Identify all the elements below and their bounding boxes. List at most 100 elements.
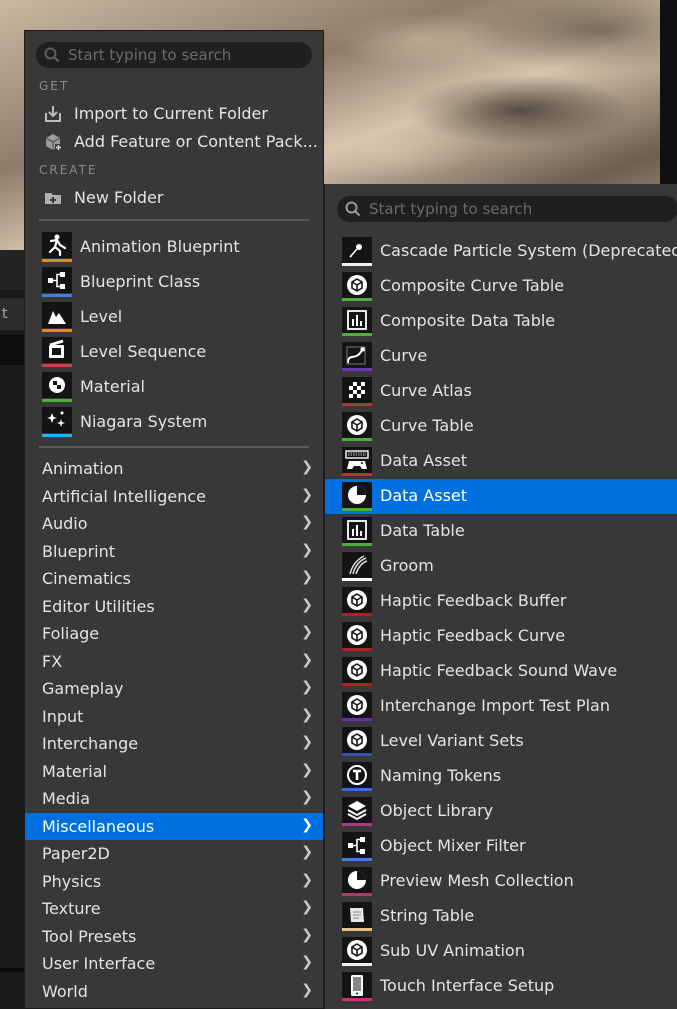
level-sequence-icon xyxy=(42,337,72,363)
category-label: User Interface xyxy=(42,954,156,973)
asset-item-level[interactable]: Level xyxy=(39,300,321,335)
pie-icon xyxy=(342,867,372,893)
category-label: Miscellaneous xyxy=(42,816,155,836)
category-user-interface[interactable]: User Interface ❯ xyxy=(25,950,323,978)
create-section-header: CREATE xyxy=(39,163,98,177)
chart-icon xyxy=(342,307,372,333)
cube-icon xyxy=(342,622,372,648)
submenu-item-data-asset[interactable]: Data Asset xyxy=(325,479,677,514)
new-folder-item[interactable]: New Folder xyxy=(39,184,321,212)
submenu-item-interchange-import-test-plan[interactable]: Interchange Import Test Plan xyxy=(325,689,677,724)
submenu-search-input[interactable] xyxy=(369,196,670,222)
category-gameplay[interactable]: Gameplay ❯ xyxy=(25,675,323,703)
asset-type-color-bar xyxy=(342,648,372,651)
editor-tab-edge[interactable]: t xyxy=(0,298,24,330)
submenu-item-level-variant-sets[interactable]: Level Variant Sets xyxy=(325,724,677,759)
get-item-label: Import to Current Folder xyxy=(74,104,268,123)
pie-icon xyxy=(342,482,372,508)
category-paper2d[interactable]: Paper2D ❯ xyxy=(25,840,323,868)
submenu-item-haptic-feedback-curve[interactable]: Haptic Feedback Curve xyxy=(325,619,677,654)
category-world[interactable]: World ❯ xyxy=(25,978,323,1006)
submenu-item-naming-tokens[interactable]: Naming Tokens xyxy=(325,759,677,794)
category-foliage[interactable]: Foliage ❯ xyxy=(25,620,323,648)
category-label: Artificial Intelligence xyxy=(42,486,206,506)
submenu-item-curve-table[interactable]: Curve Table xyxy=(325,409,677,444)
category-label: FX xyxy=(42,651,63,671)
scroll-icon xyxy=(342,902,372,928)
asset-type-color-bar xyxy=(342,683,372,686)
menu-search-box[interactable] xyxy=(36,42,312,68)
asset-type-color-bar xyxy=(342,263,372,266)
submenu-item-label: Haptic Feedback Curve xyxy=(380,626,566,645)
submenu-item-groom[interactable]: Groom xyxy=(325,549,677,584)
submenu-item-data-table[interactable]: Data Table xyxy=(325,514,677,549)
submenu-item-touch-interface-setup[interactable]: Touch Interface Setup xyxy=(325,969,677,1004)
category-media[interactable]: Media ❯ xyxy=(25,785,323,813)
submenu-item-label: Haptic Feedback Sound Wave xyxy=(380,661,618,680)
chevron-right-icon: ❯ xyxy=(301,706,313,723)
asset-item-blueprint-class[interactable]: Blueprint Class xyxy=(39,265,321,300)
category-cinematics[interactable]: Cinematics ❯ xyxy=(25,565,323,593)
material-icon xyxy=(42,372,72,398)
cube-icon xyxy=(342,727,372,753)
category-artificial-intelligence[interactable]: Artificial Intelligence ❯ xyxy=(25,483,323,511)
asset-type-color-bar xyxy=(42,294,72,297)
submenu-item-cascade-particle-system-deprecated-[interactable]: Cascade Particle System (Deprecated) xyxy=(325,234,677,269)
asset-item-niagara-system[interactable]: Niagara System xyxy=(39,405,321,440)
submenu-item-haptic-feedback-buffer[interactable]: Haptic Feedback Buffer xyxy=(325,584,677,619)
submenu-search-box[interactable] xyxy=(337,196,677,222)
submenu-item-data-asset[interactable]: Data Asset xyxy=(325,444,677,479)
level-icon xyxy=(42,302,72,328)
category-fx[interactable]: FX ❯ xyxy=(25,648,323,676)
submenu-item-curve[interactable]: Curve xyxy=(325,339,677,374)
submenu-item-label: Haptic Feedback Buffer xyxy=(380,591,567,610)
submenu-item-sub-uv-animation[interactable]: Sub UV Animation xyxy=(325,934,677,969)
category-texture[interactable]: Texture ❯ xyxy=(25,895,323,923)
category-animation[interactable]: Animation ❯ xyxy=(25,455,323,483)
search-icon xyxy=(345,201,361,217)
asset-item-label: Animation Blueprint xyxy=(80,237,240,256)
category-tool-presets[interactable]: Tool Presets ❯ xyxy=(25,923,323,951)
asset-item-material[interactable]: Material xyxy=(39,370,321,405)
chevron-right-icon: ❯ xyxy=(301,761,313,778)
category-miscellaneous[interactable]: Miscellaneous ❯ xyxy=(25,812,323,840)
editor-panel-edge xyxy=(0,335,24,365)
submenu-item-haptic-feedback-sound-wave[interactable]: Haptic Feedback Sound Wave xyxy=(325,654,677,689)
menu-search-input[interactable] xyxy=(68,42,304,68)
phone-icon xyxy=(342,972,372,998)
category-label: Editor Utilities xyxy=(42,596,155,616)
submenu-item-composite-data-table[interactable]: Composite Data Table xyxy=(325,304,677,339)
category-blueprint[interactable]: Blueprint ❯ xyxy=(25,538,323,566)
cube-icon xyxy=(342,657,372,683)
submenu-item-preview-mesh-collection[interactable]: Preview Mesh Collection xyxy=(325,864,677,899)
category-editor-utilities[interactable]: Editor Utilities ❯ xyxy=(25,593,323,621)
chevron-right-icon: ❯ xyxy=(301,569,313,585)
submenu-item-object-mixer-filter[interactable]: Object Mixer Filter xyxy=(325,829,677,864)
groom-icon xyxy=(342,552,372,578)
category-label: Cinematics xyxy=(42,569,131,588)
asset-type-color-bar xyxy=(42,399,72,402)
category-physics[interactable]: Physics ❯ xyxy=(25,868,323,896)
submenu-item-string-table[interactable]: String Table xyxy=(325,899,677,934)
new-folder-label: New Folder xyxy=(74,188,164,207)
category-audio[interactable]: Audio ❯ xyxy=(25,510,323,538)
add-feature-pack-item[interactable]: Add Feature or Content Pack... xyxy=(39,128,321,156)
submenu-item-label: Data Table xyxy=(380,521,465,540)
asset-item-animation-blueprint[interactable]: Animation Blueprint xyxy=(39,230,321,265)
category-interchange[interactable]: Interchange ❯ xyxy=(25,730,323,758)
asset-type-color-bar xyxy=(342,508,372,511)
menu-divider xyxy=(39,219,309,221)
asset-type-color-bar xyxy=(342,298,372,301)
submenu-item-object-library[interactable]: Object Library xyxy=(325,794,677,829)
submenu-item-curve-atlas[interactable]: Curve Atlas xyxy=(325,374,677,409)
submenu-item-composite-curve-table[interactable]: Composite Curve Table xyxy=(325,269,677,304)
layers-icon xyxy=(342,797,372,823)
category-material[interactable]: Material ❯ xyxy=(25,758,323,786)
category-label: Blueprint xyxy=(42,541,115,561)
asset-type-color-bar xyxy=(342,543,372,546)
category-input[interactable]: Input ❯ xyxy=(25,703,323,731)
import-to-current-folder-item[interactable]: Import to Current Folder xyxy=(39,100,321,128)
asset-item-level-sequence[interactable]: Level Sequence xyxy=(39,335,321,370)
niagara-system-icon xyxy=(42,407,72,433)
miscellaneous-submenu: Cascade Particle System (Deprecated) Comp… xyxy=(324,184,677,1009)
